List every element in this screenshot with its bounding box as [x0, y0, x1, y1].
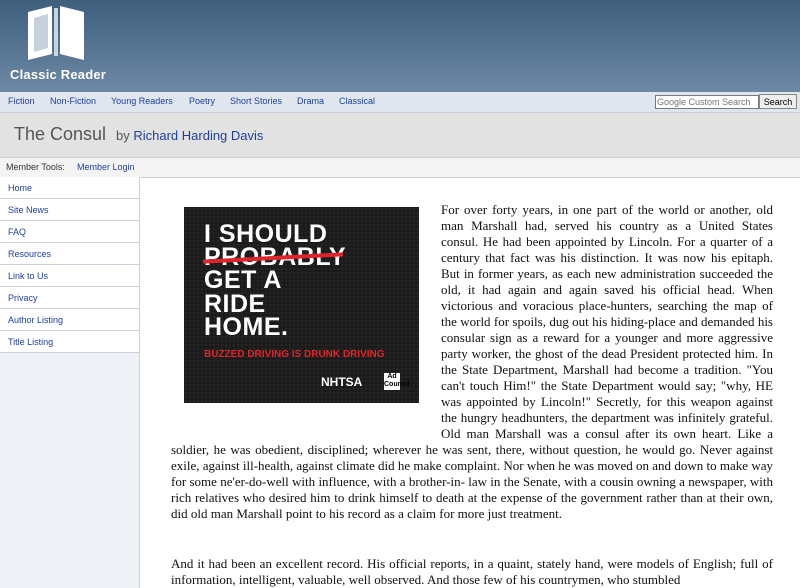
sidebar-item-home[interactable]: Home: [0, 177, 139, 199]
book-byline: by Richard Harding Davis: [116, 128, 263, 143]
nav-short-stories[interactable]: Short Stories: [230, 96, 282, 106]
sidebar-item-label: Home: [8, 183, 33, 193]
nav-fiction[interactable]: Fiction: [8, 96, 35, 106]
sidebar-item-label: Author Listing: [8, 315, 64, 325]
sidebar-item-link-to-us[interactable]: Link to Us: [0, 265, 139, 287]
nav-classical[interactable]: Classical: [339, 96, 375, 106]
ad-council-logo: Ad Council: [384, 373, 410, 390]
sidebar-item-resources[interactable]: Resources: [0, 243, 139, 265]
member-tools-label: Member Tools:: [6, 162, 65, 172]
search-input[interactable]: [655, 95, 759, 109]
sidebar-item-label: Privacy: [8, 293, 38, 303]
nav-young-readers[interactable]: Young Readers: [111, 96, 173, 106]
sidebar-item-label: Link to Us: [8, 271, 49, 281]
search-button[interactable]: Search: [759, 94, 797, 109]
by-label: by: [116, 128, 130, 143]
site-logo-text[interactable]: Classic Reader: [10, 67, 106, 82]
author-link[interactable]: Richard Harding Davis: [133, 128, 263, 143]
nav-poetry[interactable]: Poetry: [189, 96, 215, 106]
sidebar-item-faq[interactable]: FAQ: [0, 221, 139, 243]
sidebar-item-label: FAQ: [8, 227, 27, 237]
book-title: The Consul: [14, 124, 107, 144]
sidebar-item-label: Site News: [8, 205, 49, 215]
sidebar-item-author-listing[interactable]: Author Listing: [0, 309, 139, 331]
sidebar-item-privacy[interactable]: Privacy: [0, 287, 139, 309]
nav-non-fiction[interactable]: Non-Fiction: [50, 96, 96, 106]
open-book-logo-icon[interactable]: [24, 4, 88, 64]
sidebar-item-site-news[interactable]: Site News: [0, 199, 139, 221]
ad-tagline: BUZZED DRIVING IS DRUNK DRIVING: [204, 349, 385, 360]
site-header: Classic Reader: [0, 0, 800, 92]
nhtsa-logo: NHTSA: [321, 375, 363, 389]
sidebar-item-title-listing[interactable]: Title Listing: [0, 331, 139, 353]
sidebar-item-label: Title Listing: [8, 337, 54, 347]
nav-drama[interactable]: Drama: [297, 96, 324, 106]
member-tools-bar: Member Tools: Member Login: [0, 157, 800, 178]
member-login-link[interactable]: Member Login: [77, 162, 135, 172]
advertisement-banner[interactable]: I SHOULD PROBABLY GET A RIDE HOME. BUZZE…: [184, 207, 419, 403]
story-paragraph-2: And it had been an excellent record. His…: [171, 556, 773, 587]
ad-headline-5: HOME.: [204, 313, 289, 341]
sidebar: Home Site News FAQ Resources Link to Us …: [0, 177, 140, 588]
sidebar-item-label: Resources: [8, 249, 52, 259]
